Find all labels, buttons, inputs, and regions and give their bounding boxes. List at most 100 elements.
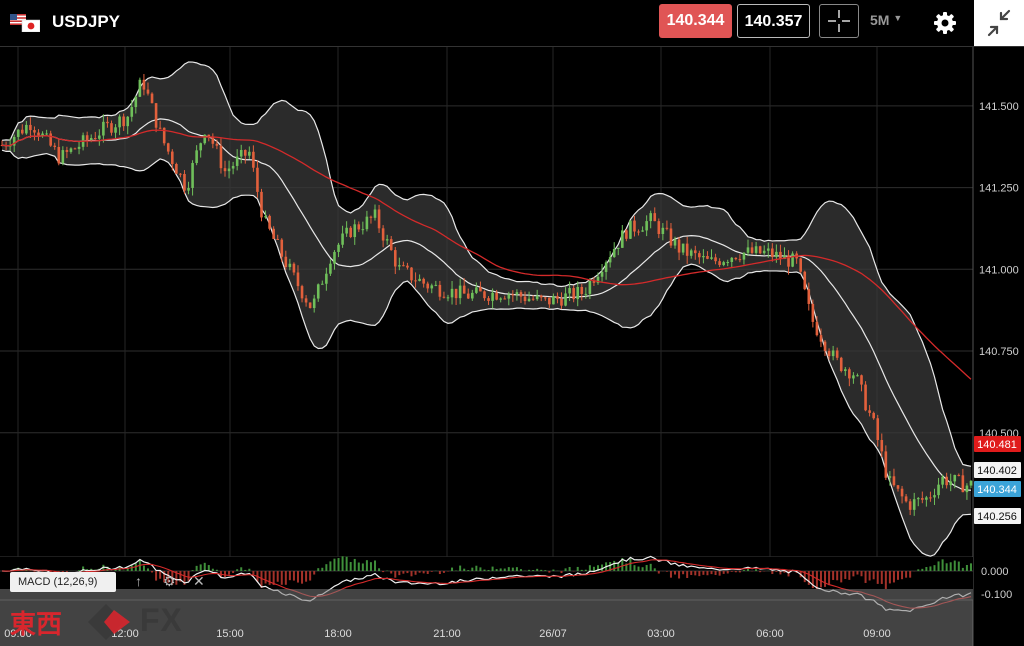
candle-body [843,369,847,371]
macd-histogram-bar [718,571,721,576]
macd-histogram-bar [207,565,210,571]
candle-body [657,221,661,234]
candle-body [726,262,730,264]
macd-histogram-bar [730,571,733,572]
macd-histogram-bar [309,571,312,581]
candle-body [823,341,827,351]
candle-body [426,283,430,289]
macd-histogram-bar [637,566,640,571]
macd-histogram-bar [576,566,579,571]
candle-body [556,296,559,299]
price-chart[interactable]: 141.500141.250141.000140.750140.5000.000… [0,47,1024,646]
us-japan-flag-icon [10,14,40,32]
candle-body [385,239,389,241]
macd-histogram-bar [824,571,827,587]
macd-histogram-bar [856,571,859,575]
candle-body [77,146,81,149]
candle-body [811,303,815,322]
macd-histogram-bar [264,571,267,584]
macd-histogram-bar [211,568,214,571]
macd-histogram-bar [969,563,972,571]
candle-body [771,248,774,257]
macd-histogram-bar [876,571,879,584]
candle-body [835,350,839,358]
macd-histogram-bar [775,571,778,572]
candle-body [393,250,397,267]
candle-body [325,273,328,284]
crosshair-icon [828,10,850,32]
candle-body [264,215,267,218]
candle-body [661,227,665,234]
macd-histogram-bar [345,556,348,571]
candle-body [276,238,280,240]
indicator-label[interactable]: MACD (12,26,9) [10,572,116,592]
macd-histogram-bar [957,561,960,571]
candle-body [73,148,77,150]
candle-body [69,148,73,152]
macd-histogram-bar [844,571,847,579]
macd-histogram-bar [418,571,421,573]
indicator-settings-icon[interactable]: ⚙ [163,573,176,590]
candle-body [321,283,324,285]
remove-indicator-icon[interactable]: ✕ [193,573,205,590]
candle-body [154,103,158,128]
macd-histogram-bar [280,571,283,585]
macd-histogram-bar [313,571,316,575]
buy-price-button[interactable]: 140.357 [737,4,810,38]
candle-body [329,263,332,274]
candle-body [750,247,754,253]
candle-body [527,298,531,302]
macd-histogram-bar [78,570,81,571]
candle-body [884,451,888,478]
candle-body [799,258,802,272]
candle-body [539,295,543,298]
candle-body [535,295,539,300]
macd-histogram-bar [357,562,360,571]
macd-histogram-bar [734,571,737,573]
candle-body [904,496,908,502]
macd-histogram-bar [819,571,822,588]
candle-body [621,230,624,248]
macd-histogram-bar [544,570,547,571]
candle-body [227,168,231,172]
candle-body [483,291,486,299]
candle-body [171,151,174,164]
timeframe-selector[interactable]: 5M ▼ [870,12,902,28]
macd-histogram-bar [580,569,583,571]
macd-histogram-bar [232,571,235,573]
move-up-icon[interactable]: ↑ [135,573,142,589]
candle-body [446,297,450,299]
candle-body [531,298,535,300]
candle-body [487,298,490,301]
candle-body [118,116,121,128]
macd-histogram-bar [929,566,932,571]
candle-body [430,285,434,289]
candle-body [953,474,957,482]
candle-body [665,227,669,229]
candle-body [848,369,851,379]
symbol-title[interactable]: USDJPY [52,12,120,32]
gear-icon[interactable] [930,8,960,38]
candle-body [616,247,620,250]
candle-body [260,191,263,218]
macd-histogram-bar [203,562,206,571]
candle-body [507,294,511,299]
macd-histogram-bar [146,568,149,571]
candle-body [604,262,608,272]
candle-body [673,239,677,246]
bollinger-bands [1,61,972,557]
sell-price-button[interactable]: 140.344 [659,4,732,38]
macd-histogram-bar [892,571,895,583]
time-tick-label: 18:00 [324,628,352,640]
crosshair-button[interactable] [819,4,859,38]
macd-histogram-bar [860,571,863,577]
candle-body [815,321,819,336]
macd-histogram-bar [296,571,299,583]
macd-histogram-bar [649,563,652,571]
macd-histogram-bar [742,570,745,571]
macd-histogram-bar [406,571,409,574]
macd-histogram-bar [228,571,231,575]
macd-histogram-bar [832,571,835,580]
shrink-button[interactable] [974,0,1024,46]
macd-histogram-bar [487,569,490,571]
